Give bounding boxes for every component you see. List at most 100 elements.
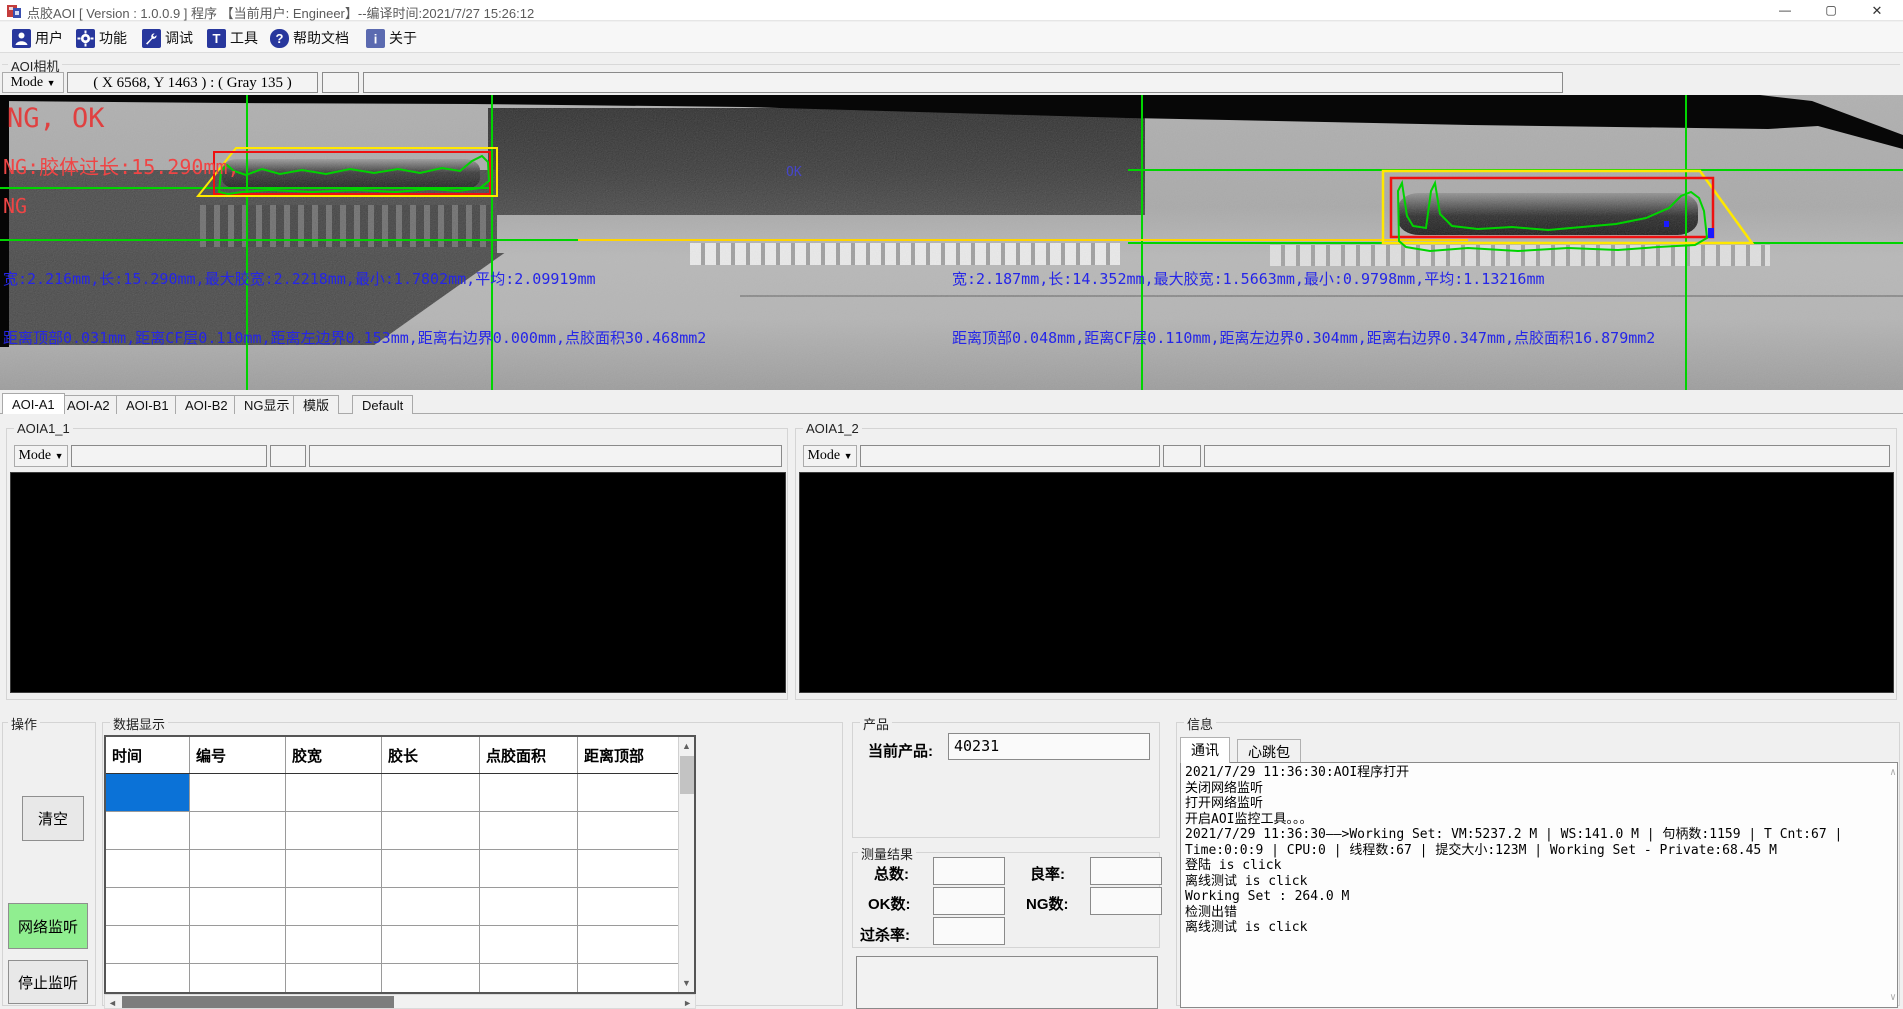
table-cell[interactable] [286, 964, 382, 994]
col-id[interactable]: 编号 [190, 737, 286, 773]
camera-mode-dropdown[interactable]: Mode ▼ [2, 72, 64, 93]
table-cell[interactable] [286, 850, 382, 888]
table-cell[interactable] [190, 850, 286, 888]
table-cell[interactable] [190, 926, 286, 964]
col-glue-length[interactable]: 胶长 [382, 737, 480, 773]
table-cell[interactable] [190, 888, 286, 926]
table-cell[interactable] [106, 812, 190, 850]
table-cell[interactable] [190, 774, 286, 812]
table-cell[interactable] [382, 964, 480, 994]
col-glue-area[interactable]: 点胶面积 [480, 737, 578, 773]
clear-button[interactable]: 清空 [22, 796, 84, 841]
table-cell[interactable] [106, 774, 190, 812]
table-cell[interactable] [578, 812, 679, 850]
subview-left-image[interactable] [10, 472, 786, 693]
scroll-left-icon[interactable]: ◄ [108, 998, 117, 1008]
mode-label: Mode [10, 75, 43, 90]
table-hscrollbar[interactable]: ◄ ► [104, 994, 696, 1009]
table-cell[interactable] [286, 888, 382, 926]
subview-left-mode-dropdown[interactable]: Mode ▼ [14, 445, 68, 467]
table-cell[interactable] [480, 774, 578, 812]
table-vscrollbar[interactable]: ▲ ▼ [678, 737, 694, 992]
table-cell[interactable] [578, 850, 679, 888]
menu-item-debug[interactable]: 调试 [138, 26, 197, 50]
table-cell[interactable] [106, 850, 190, 888]
table-cell[interactable] [190, 812, 286, 850]
info-tab-heartbeat[interactable]: 心跳包 [1237, 739, 1301, 763]
menu-item-about[interactable]: i 关于 [362, 26, 421, 50]
network-listen-button[interactable]: 网络监听 [8, 903, 88, 949]
table-cell[interactable] [382, 888, 480, 926]
table-row[interactable] [106, 926, 694, 964]
table-vscroll-thumb[interactable] [680, 756, 694, 794]
stop-listen-button[interactable]: 停止监听 [8, 960, 88, 1004]
subview-right-mode-dropdown[interactable]: Mode ▼ [803, 445, 857, 467]
table-cell[interactable] [106, 926, 190, 964]
table-cell[interactable] [382, 926, 480, 964]
svg-text:i: i [374, 31, 378, 46]
current-product-field[interactable]: 40231 [948, 733, 1150, 760]
table-cell[interactable] [480, 888, 578, 926]
table-cell[interactable] [382, 850, 480, 888]
info-tab-comm[interactable]: 通讯 [1180, 737, 1230, 763]
comm-log[interactable]: 2021/7/29 11:36:30:AOI程序打开 关闭网络监听 打开网络监听… [1180, 762, 1898, 1008]
table-row[interactable] [106, 774, 694, 812]
table-cell[interactable] [578, 926, 679, 964]
scroll-up-icon[interactable]: ∧ [1890, 765, 1896, 781]
log-line: 开启AOI监控工具。。。 [1185, 812, 1893, 828]
table-cell[interactable] [480, 926, 578, 964]
table-cell[interactable] [106, 888, 190, 926]
view-tab-strip: AOI-A1 AOI-A2 AOI-B1 AOI-B2 NG显示 模版 Defa… [0, 393, 1903, 414]
table-row[interactable] [106, 888, 694, 926]
tab-aoi-b2[interactable]: AOI-B2 [175, 395, 238, 414]
scroll-down-icon[interactable]: ∨ [1890, 990, 1896, 1006]
table-cell[interactable] [382, 774, 480, 812]
menu-item-user[interactable]: 用户 [8, 26, 67, 50]
tab-template[interactable]: 模版 [293, 395, 339, 414]
col-distance-top[interactable]: 距离顶部 [578, 737, 679, 773]
tab-aoi-b1[interactable]: AOI-B1 [116, 395, 179, 414]
table-cell[interactable] [106, 964, 190, 994]
menu-bar: 用户 功能 调试 T 工具 ? 帮助文档 i 关于 [0, 22, 1903, 53]
log-line: 打开网络监听 [1185, 796, 1893, 812]
data-table[interactable]: 时间 编号 胶宽 胶长 点胶面积 距离顶部 ▲ ▼ [104, 735, 696, 994]
col-time[interactable]: 时间 [106, 737, 190, 773]
menu-item-tools[interactable]: T 工具 [203, 26, 262, 50]
scroll-down-icon[interactable]: ▼ [682, 978, 691, 988]
table-cell[interactable] [480, 964, 578, 994]
table-cell[interactable] [480, 850, 578, 888]
ok-count-field [933, 887, 1005, 915]
table-cell[interactable] [578, 964, 679, 994]
table-row[interactable] [106, 964, 694, 994]
minimize-button[interactable]: — [1762, 0, 1808, 21]
menu-item-function[interactable]: 功能 [72, 26, 131, 50]
table-cell[interactable] [286, 774, 382, 812]
close-button[interactable]: ✕ [1854, 0, 1900, 21]
tab-aoi-a2[interactable]: AOI-A2 [57, 395, 120, 414]
maximize-button[interactable]: ▢ [1808, 0, 1854, 21]
tab-aoi-a1[interactable]: AOI-A1 [2, 393, 65, 414]
table-cell[interactable] [190, 964, 286, 994]
table-cell[interactable] [286, 926, 382, 964]
tab-default[interactable]: Default [352, 395, 413, 414]
table-row[interactable] [106, 812, 694, 850]
log-line: 登陆 is click [1185, 858, 1893, 874]
table-cell[interactable] [578, 888, 679, 926]
scroll-up-icon[interactable]: ▲ [682, 741, 691, 751]
table-cell[interactable] [382, 812, 480, 850]
log-line: 2021/7/29 11:36:30:AOI程序打开 [1185, 765, 1893, 781]
table-cell[interactable] [286, 812, 382, 850]
scroll-right-icon[interactable]: ► [683, 998, 692, 1008]
table-hscroll-thumb[interactable] [122, 996, 394, 1008]
menu-item-help[interactable]: ? 帮助文档 [266, 26, 353, 50]
col-glue-width[interactable]: 胶宽 [286, 737, 382, 773]
svg-text:T: T [213, 31, 221, 46]
table-cell[interactable] [578, 774, 679, 812]
tab-ng-display[interactable]: NG显示 [234, 395, 300, 414]
chevron-down-icon: ▼ [55, 451, 64, 461]
table-row[interactable] [106, 850, 694, 888]
subview-right-image[interactable] [799, 472, 1894, 693]
camera-view[interactable]: NG, OK NG:胶体过长:15.290mm, NG OK 宽:2.216mm… [0, 95, 1903, 390]
chevron-down-icon: ▼ [47, 78, 56, 88]
table-cell[interactable] [480, 812, 578, 850]
